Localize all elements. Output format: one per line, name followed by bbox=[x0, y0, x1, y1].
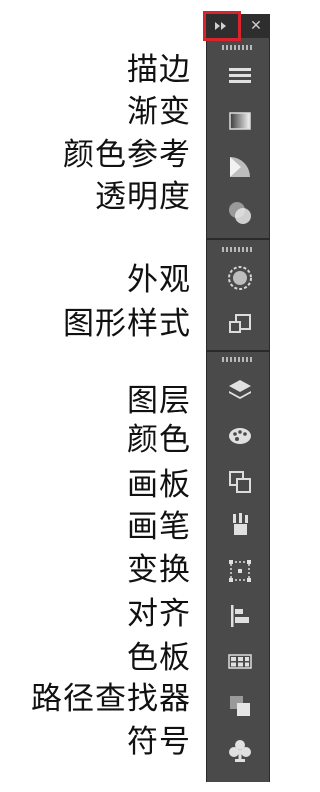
label-brushes[interactable]: 画笔 bbox=[127, 509, 191, 545]
label-graphic-styles[interactable]: 图形样式 bbox=[63, 306, 191, 342]
label-pathfinder[interactable]: 路径查找器 bbox=[31, 681, 191, 717]
align-icon[interactable] bbox=[226, 602, 254, 630]
layers-icon[interactable] bbox=[226, 376, 254, 404]
color-icon[interactable] bbox=[226, 421, 254, 449]
expand-panels-button[interactable] bbox=[203, 11, 241, 41]
transparency-icon[interactable] bbox=[226, 199, 254, 227]
brushes-icon[interactable] bbox=[226, 511, 254, 539]
group-divider bbox=[206, 238, 270, 240]
appearance-icon[interactable] bbox=[226, 264, 254, 292]
label-color[interactable]: 颜色 bbox=[127, 422, 191, 458]
artboards-icon[interactable] bbox=[226, 468, 254, 496]
color-guide-icon[interactable] bbox=[226, 153, 254, 181]
stroke-icon[interactable] bbox=[226, 62, 254, 90]
label-symbols[interactable]: 符号 bbox=[127, 724, 191, 760]
transform-icon[interactable] bbox=[226, 557, 254, 585]
label-gradient[interactable]: 渐变 bbox=[127, 94, 191, 130]
label-transparency[interactable]: 透明度 bbox=[95, 179, 191, 215]
graphic-styles-icon[interactable] bbox=[226, 310, 254, 338]
label-stroke[interactable]: 描边 bbox=[127, 52, 191, 88]
label-appearance[interactable]: 外观 bbox=[127, 262, 191, 298]
label-layers[interactable]: 图层 bbox=[127, 383, 191, 419]
gradient-icon[interactable] bbox=[226, 107, 254, 135]
group-grip-1[interactable] bbox=[222, 45, 254, 50]
label-swatches[interactable]: 色板 bbox=[127, 640, 191, 676]
group-grip-2[interactable] bbox=[222, 247, 254, 252]
label-artboards[interactable]: 画板 bbox=[127, 467, 191, 503]
label-transform[interactable]: 变换 bbox=[127, 552, 191, 588]
symbols-icon[interactable] bbox=[226, 737, 254, 765]
group-grip-3[interactable] bbox=[222, 357, 254, 362]
group-divider bbox=[206, 350, 270, 352]
pathfinder-icon[interactable] bbox=[226, 692, 254, 720]
label-align[interactable]: 对齐 bbox=[127, 596, 191, 632]
swatches-icon[interactable] bbox=[226, 647, 254, 675]
close-icon[interactable]: ✕ bbox=[246, 16, 266, 36]
double-arrow-right-icon bbox=[215, 22, 226, 30]
label-color-guide[interactable]: 颜色参考 bbox=[63, 137, 191, 173]
